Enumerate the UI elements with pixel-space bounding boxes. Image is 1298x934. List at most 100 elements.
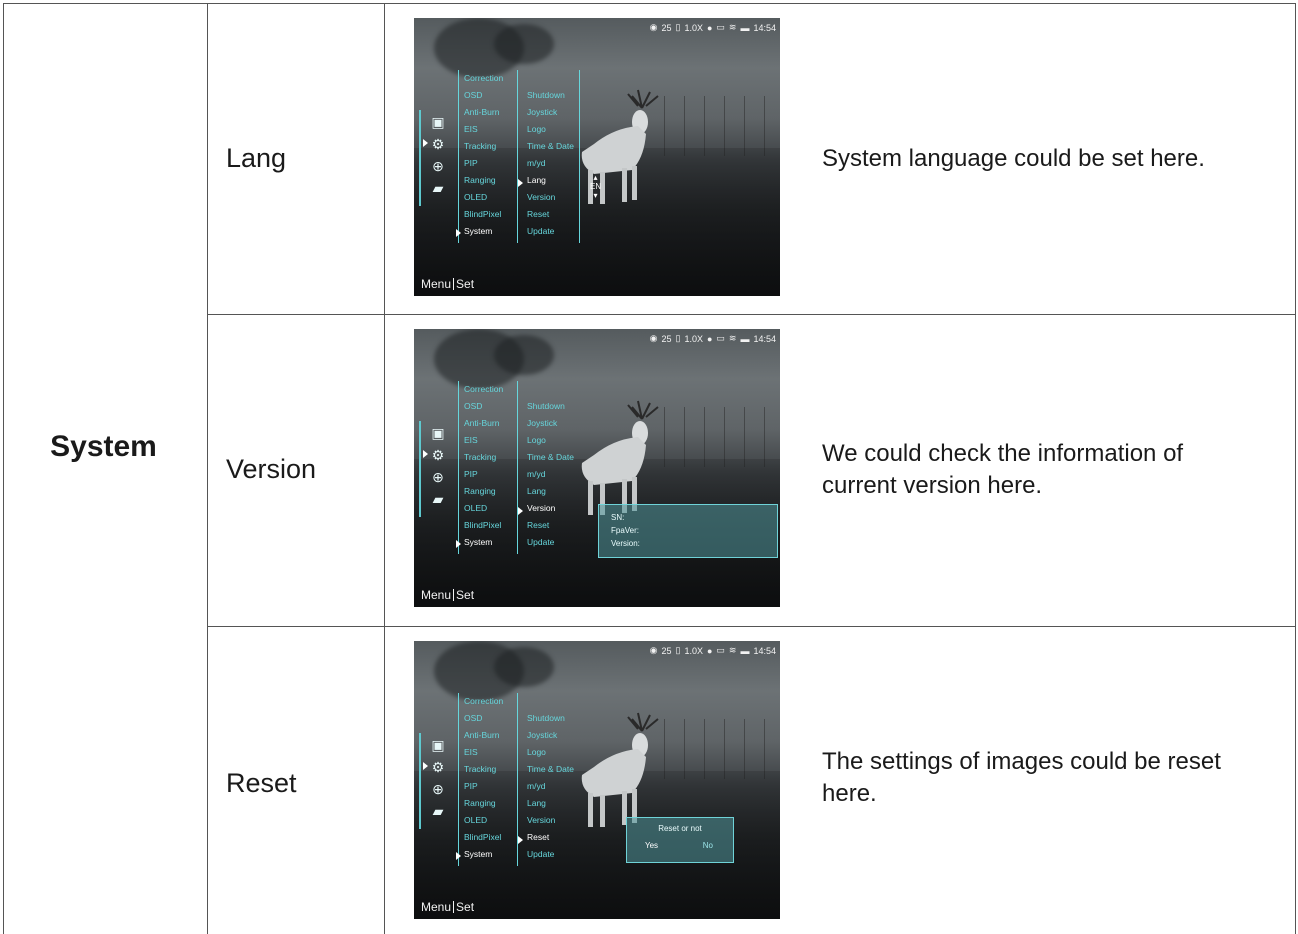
- menu-item[interactable]: BlindPixel: [464, 517, 503, 534]
- globe-icon[interactable]: ⊕: [430, 469, 446, 485]
- menu-item[interactable]: PIP: [464, 778, 503, 795]
- system-settings-table: System Lang System language could be set…: [0, 0, 1298, 934]
- globe-icon[interactable]: ⊕: [430, 781, 446, 797]
- menu-item[interactable]: Ranging: [464, 795, 503, 812]
- image-icon[interactable]: ▣: [430, 114, 446, 130]
- menu-item[interactable]: m/yd: [527, 778, 574, 795]
- battery-icon: ▬: [740, 22, 750, 33]
- menu-item-selected[interactable]: Reset: [527, 829, 574, 846]
- menu-item-selected[interactable]: Version: [527, 500, 574, 517]
- menu-item[interactable]: Logo: [527, 744, 574, 761]
- table-border-right: [1295, 3, 1296, 934]
- menu-item[interactable]: Lang: [527, 483, 574, 500]
- menu-item[interactable]: Correction: [464, 70, 503, 87]
- image-icon[interactable]: ▣: [430, 737, 446, 753]
- hint-separator: [453, 901, 455, 913]
- menu-item-selected[interactable]: System: [464, 534, 503, 551]
- zoom-level: 1.0X: [684, 333, 703, 344]
- menu-item[interactable]: BlindPixel: [464, 206, 503, 223]
- menu-item[interactable]: Time & Date: [527, 449, 574, 466]
- menu-item[interactable]: m/yd: [527, 155, 574, 172]
- menu-item[interactable]: Logo: [527, 121, 574, 138]
- menu-item-selected[interactable]: System: [464, 223, 503, 240]
- menu-item[interactable]: Correction: [464, 381, 503, 398]
- menu-item[interactable]: Anti-Burn: [464, 415, 503, 432]
- menu-item[interactable]: OLED: [464, 500, 503, 517]
- menu-item[interactable]: Shutdown: [527, 710, 574, 727]
- menu-item[interactable]: Lang: [527, 795, 574, 812]
- menu-item[interactable]: Shutdown: [527, 87, 574, 104]
- menu-item[interactable]: Version: [527, 812, 574, 829]
- menu-item-selected[interactable]: Lang: [527, 172, 574, 189]
- language-value[interactable]: ▴ EN ▾: [590, 174, 601, 200]
- menu-item[interactable]: Version: [527, 189, 574, 206]
- menu-item[interactable]: m/yd: [527, 466, 574, 483]
- menu-item[interactable]: Ranging: [464, 483, 503, 500]
- menu-column-2: Shutdown Joystick Logo Time & Date m/yd …: [527, 398, 574, 551]
- menu-item[interactable]: OSD: [464, 398, 503, 415]
- menu-item[interactable]: Update: [527, 223, 574, 240]
- menu-item[interactable]: Update: [527, 534, 574, 551]
- menu-item[interactable]: Tracking: [464, 761, 503, 778]
- no-button[interactable]: No: [703, 841, 713, 850]
- folder-icon[interactable]: ▰: [430, 803, 446, 819]
- menu-item[interactable]: Ranging: [464, 172, 503, 189]
- menu-item[interactable]: OLED: [464, 812, 503, 829]
- menu-item[interactable]: Reset: [527, 206, 574, 223]
- version-info-panel: SN: FpaVer: Version:: [598, 504, 778, 558]
- image-icon[interactable]: ▣: [430, 425, 446, 441]
- status-number: 25: [661, 333, 672, 344]
- menu-item-selected[interactable]: System: [464, 846, 503, 863]
- globe-icon[interactable]: ⊕: [430, 158, 446, 174]
- menu-item[interactable]: OSD: [464, 710, 503, 727]
- menu-item[interactable]: Anti-Burn: [464, 727, 503, 744]
- menu-item[interactable]: Tracking: [464, 138, 503, 155]
- hint-separator: [453, 278, 455, 290]
- menu-item[interactable]: Logo: [527, 432, 574, 449]
- menu-item[interactable]: Time & Date: [527, 761, 574, 778]
- menu-item[interactable]: EIS: [464, 744, 503, 761]
- menu-item[interactable]: Update: [527, 846, 574, 863]
- menu-item[interactable]: BlindPixel: [464, 829, 503, 846]
- gear-icon[interactable]: ⚙: [430, 759, 446, 775]
- column-divider-2: [384, 3, 385, 934]
- menu-item[interactable]: Joystick: [527, 727, 574, 744]
- menu-item[interactable]: PIP: [464, 466, 503, 483]
- yes-button[interactable]: Yes: [645, 841, 658, 850]
- menu-item[interactable]: Shutdown: [527, 398, 574, 415]
- menu-item[interactable]: EIS: [464, 432, 503, 449]
- menu-col2-line: [517, 381, 518, 554]
- menu-item[interactable]: Joystick: [527, 104, 574, 121]
- selected-caret: [518, 836, 523, 844]
- background-tree: [494, 24, 554, 64]
- mode-icon: ●: [706, 645, 713, 656]
- menu-item[interactable]: OSD: [464, 87, 503, 104]
- background-fence: [664, 719, 780, 779]
- menu-item[interactable]: Correction: [464, 693, 503, 710]
- hint-separator: [453, 589, 455, 601]
- battery-icon: ▬: [740, 333, 750, 344]
- menu-column-2: Shutdown Joystick Logo Time & Date m/yd …: [527, 87, 574, 240]
- description-reset: The settings of images could be reset he…: [822, 748, 1221, 807]
- category-label: System: [50, 430, 157, 463]
- record-icon: ◉: [649, 333, 658, 343]
- item-label-reset: Reset: [226, 768, 297, 798]
- status-number: 25: [661, 22, 672, 33]
- row-divider-2: [207, 626, 1296, 627]
- gear-icon[interactable]: ⚙: [430, 136, 446, 152]
- folder-icon[interactable]: ▰: [430, 180, 446, 196]
- menu-item[interactable]: Joystick: [527, 415, 574, 432]
- folder-icon[interactable]: ▰: [430, 491, 446, 507]
- menu-item[interactable]: Time & Date: [527, 138, 574, 155]
- gear-icon[interactable]: ⚙: [430, 447, 446, 463]
- menu-item[interactable]: Reset: [527, 517, 574, 534]
- table-border-left: [3, 3, 4, 934]
- menu-hint: Menu: [421, 900, 452, 914]
- menu-item[interactable]: PIP: [464, 155, 503, 172]
- menu-item[interactable]: OLED: [464, 189, 503, 206]
- menu-item[interactable]: Tracking: [464, 449, 503, 466]
- description-lang: System language could be set here.: [822, 145, 1205, 172]
- menu-item[interactable]: EIS: [464, 121, 503, 138]
- palette-icon: ▯: [675, 22, 681, 32]
- menu-item[interactable]: Anti-Burn: [464, 104, 503, 121]
